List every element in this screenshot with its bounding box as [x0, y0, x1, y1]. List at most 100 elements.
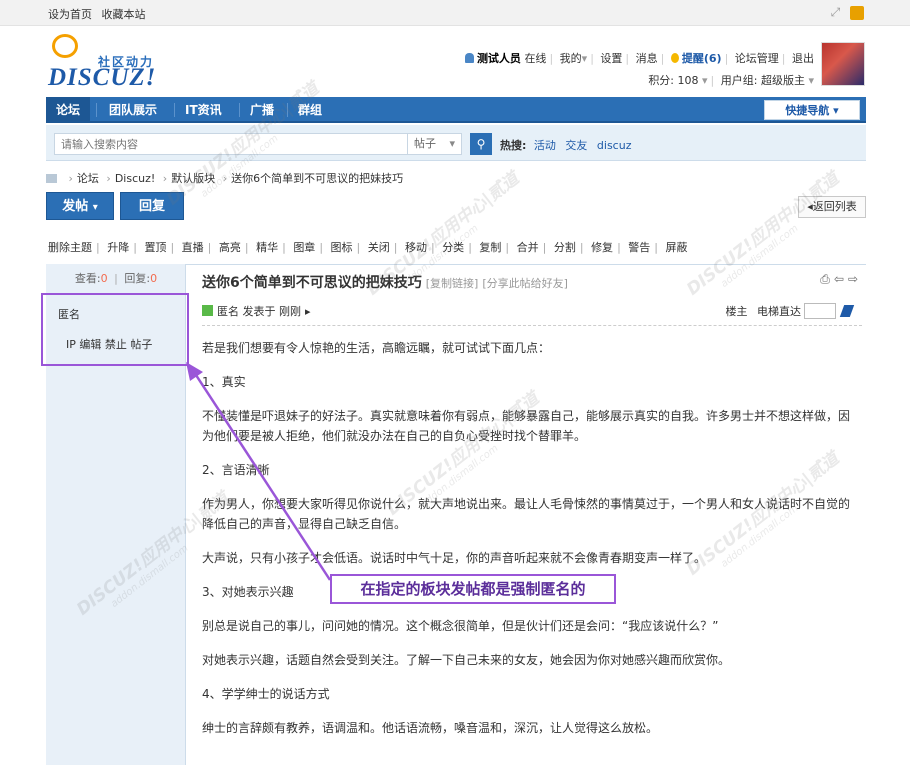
- mod-action[interactable]: 复制: [479, 241, 501, 254]
- hot-tag[interactable]: 活动: [534, 139, 556, 152]
- views-count: 0: [100, 272, 108, 285]
- hot-tag[interactable]: 交友: [565, 139, 587, 152]
- content-paragraph: 大声说，只有小孩子才会低语。说话时中气十足，你的声音听起来就不会像青春期变声一样…: [202, 551, 707, 565]
- floor-jump-input[interactable]: [804, 303, 836, 319]
- breadcrumb-thread[interactable]: 送你6个简单到不可思议的把妹技巧: [231, 172, 403, 185]
- breadcrumb-discuz[interactable]: Discuz!: [115, 172, 155, 185]
- thread-stats: 查看:0 | 回复:0: [46, 264, 186, 294]
- views-label: 查看:: [74, 272, 101, 285]
- top-bar: 设为首页 收藏本站 ⤢: [0, 0, 910, 26]
- caret-right-icon[interactable]: ▸: [305, 305, 311, 318]
- mod-action[interactable]: 警告: [628, 241, 650, 254]
- replies-count: 0: [150, 272, 158, 285]
- search-button[interactable]: ⚲: [470, 133, 492, 155]
- nav-item-broadcast[interactable]: 广播: [240, 97, 284, 123]
- messages-link[interactable]: 消息: [636, 52, 658, 65]
- mod-action[interactable]: 高亮: [219, 241, 241, 254]
- quick-nav-button[interactable]: 快捷导航 ▾: [764, 100, 860, 120]
- floor-owner: 楼主: [725, 305, 748, 318]
- settings-link[interactable]: 设置: [600, 52, 622, 65]
- new-post-label: 发帖: [62, 199, 89, 214]
- username-link[interactable]: 测试人员: [477, 52, 521, 65]
- logo-name: DISCUZ!: [48, 64, 157, 91]
- breadcrumb: › 论坛 › Discuz! › 默认版块 › 送你6个简单到不可思议的把妹技巧: [46, 170, 403, 186]
- breadcrumb-forum[interactable]: 论坛: [77, 172, 99, 185]
- content-paragraph: 对她表示兴趣，话题自然会受到关注。了解一下自己未来的女友，她会因为你对她感兴趣而…: [202, 653, 731, 667]
- online-status: 在线: [524, 52, 547, 65]
- points-menu[interactable]: 积分: 108: [648, 74, 698, 87]
- content-heading: 1、真实: [202, 375, 246, 389]
- mod-action[interactable]: 分类: [442, 241, 464, 254]
- bookmark-link[interactable]: 收藏本站: [102, 8, 146, 21]
- mod-action[interactable]: 图标: [331, 241, 353, 254]
- content-paragraph: 别总是说自己的事儿，问问她的情况。这个概念很简单，但是伙计们还是会问：“我应该说…: [202, 619, 719, 633]
- annotation-callout: 在指定的板块发帖都是强制匿名的: [330, 574, 616, 604]
- copy-link[interactable]: [复制链接]: [426, 277, 479, 290]
- search-type-label: 帖子: [414, 137, 436, 150]
- user-info: 测试人员 在线 | 我的▾ | 设置 | 消息 | 提醒(6) | 论坛管理 | 退出 积分…: [464, 48, 814, 92]
- nav-item-forum[interactable]: 论坛: [46, 97, 91, 123]
- floor-jump-label: 电梯直达: [757, 305, 801, 318]
- home-icon[interactable]: [46, 174, 57, 183]
- mod-action[interactable]: 图章: [293, 241, 315, 254]
- hot-tag[interactable]: discuz: [597, 139, 632, 152]
- avatar[interactable]: [821, 42, 865, 86]
- chevron-down-icon: ▾: [92, 202, 98, 213]
- rss-icon[interactable]: [850, 5, 864, 20]
- fullscreen-icon[interactable]: ⤢: [831, 5, 841, 19]
- mod-action[interactable]: 合并: [517, 241, 539, 254]
- reply-button[interactable]: 回复: [120, 192, 184, 220]
- search-type-select[interactable]: 帖子 ▾: [408, 133, 462, 155]
- anonymous-highlight-box: [41, 293, 189, 366]
- nav-item-groups[interactable]: 群组: [288, 97, 332, 123]
- search-bar: 帖子 ▾ ⚲ 热搜: 活动 交友 discuz: [46, 125, 866, 161]
- mod-action[interactable]: 升降: [107, 241, 129, 254]
- post-tools: ⎙⇦⇨: [820, 272, 862, 287]
- post-title: 送你6个简单到不可思议的把妹技巧: [202, 275, 422, 291]
- mod-action[interactable]: 修复: [591, 241, 613, 254]
- wrench-icon[interactable]: [839, 305, 855, 317]
- quick-nav-label: 快捷导航: [785, 104, 830, 117]
- mod-action[interactable]: 关闭: [368, 241, 390, 254]
- logout-link[interactable]: 退出: [792, 52, 814, 65]
- logo-bulb-icon: [52, 34, 78, 58]
- breadcrumb-board[interactable]: 默认版块: [171, 172, 215, 185]
- content-paragraph: 不懂装懂是吓退妹子的好法子。真实就意味着你有弱点，能够暴露自己，能够展示真实的自…: [202, 409, 851, 443]
- remind-icon: [670, 53, 679, 63]
- moderation-bar: 删除主题 | 升降 | 置顶 | 直播 | 高亮 | 精华 | 图章 | 图标 | 关闭 | 移动…: [48, 241, 688, 254]
- main-nav: 论坛 团队展示 IT资讯 广播 群组 快捷导航 ▾: [46, 97, 866, 123]
- content-heading: 2、言语清晰: [202, 463, 270, 477]
- mod-action[interactable]: 直播: [182, 241, 204, 254]
- content-paragraph: 绅士的言辞颇有教养，语调温和。他话语流畅，嗓音温和，深沉，让人觉得这么放松。: [202, 721, 659, 735]
- print-icon[interactable]: ⎙: [820, 272, 834, 286]
- site-logo[interactable]: 社区动力 DISCUZ!: [46, 34, 166, 91]
- remind-link[interactable]: 提醒(6): [682, 52, 722, 65]
- new-post-button[interactable]: 发帖 ▾: [46, 192, 114, 220]
- content-paragraph: 作为男人，你想要大家听得见你说什么，就大声地说出来。最让人毛骨悚然的事情莫过于，…: [202, 497, 851, 531]
- mod-action[interactable]: 删除主题: [48, 241, 92, 254]
- chevron-down-icon: ▾: [449, 137, 455, 150]
- mod-action[interactable]: 置顶: [144, 241, 166, 254]
- post-title-row: 送你6个简单到不可思议的把妹技巧 [复制链接] [分享此帖给好友]: [202, 272, 568, 292]
- chevron-down-icon: ▾: [833, 104, 839, 117]
- mod-action[interactable]: 移动: [405, 241, 427, 254]
- post-time: 发表于 刚刚: [242, 305, 302, 318]
- content-paragraph: 若是我们想要有令人惊艳的生活，高瞻远瞩，就可试试下面几点：: [202, 341, 551, 355]
- usergroup-menu[interactable]: 用户组: 超级版主: [721, 74, 805, 87]
- back-to-list-button[interactable]: ◂返回列表: [798, 196, 866, 218]
- next-thread-icon[interactable]: ⇨: [848, 272, 862, 286]
- mod-action[interactable]: 分割: [554, 241, 576, 254]
- share-link[interactable]: [分享此帖给好友]: [482, 277, 568, 290]
- content-heading: 4、学学绅士的说话方式: [202, 687, 330, 701]
- mod-action[interactable]: 精华: [256, 241, 278, 254]
- admin-link[interactable]: 论坛管理: [735, 52, 779, 65]
- post-author[interactable]: 匿名: [217, 305, 239, 318]
- set-home-link[interactable]: 设为首页: [48, 8, 92, 21]
- nav-item-team[interactable]: 团队展示: [99, 97, 167, 123]
- nav-item-it-news[interactable]: IT资讯: [175, 97, 232, 123]
- my-menu[interactable]: 我的: [560, 52, 582, 65]
- mod-action[interactable]: 屏蔽: [666, 241, 688, 254]
- search-input[interactable]: [54, 133, 408, 155]
- user-icon: [464, 53, 474, 63]
- prev-thread-icon[interactable]: ⇦: [834, 272, 848, 286]
